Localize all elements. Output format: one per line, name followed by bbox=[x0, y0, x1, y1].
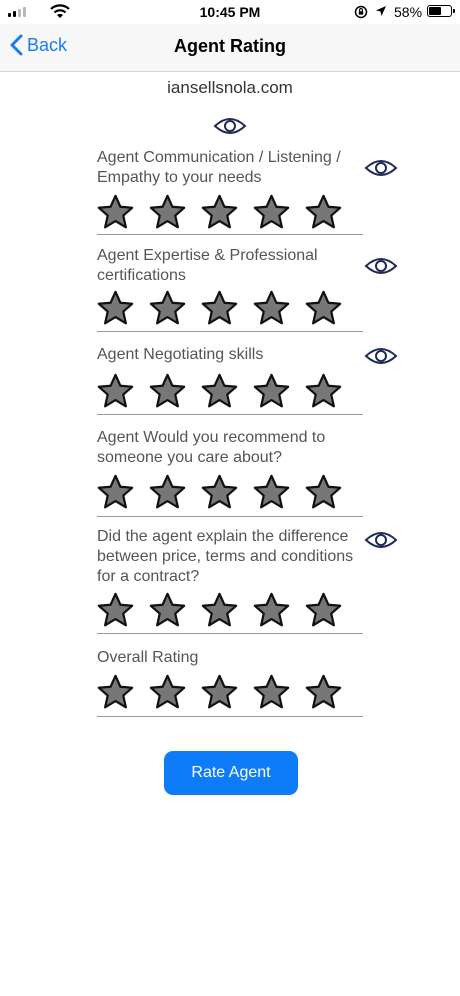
rating-label: Did the agent explain the difference bet… bbox=[97, 528, 354, 585]
star-icon[interactable] bbox=[149, 592, 186, 629]
eye-icon[interactable] bbox=[364, 528, 398, 552]
battery-icon bbox=[427, 5, 455, 17]
star-icon[interactable] bbox=[201, 674, 238, 711]
status-bar: 10:45 PM 58% bbox=[0, 0, 460, 24]
star-icon[interactable] bbox=[305, 290, 342, 327]
star-rating bbox=[97, 290, 342, 327]
star-icon[interactable] bbox=[305, 194, 342, 231]
rating-communication: Agent Communication / Listening / Empath… bbox=[97, 148, 363, 235]
eye-icon[interactable] bbox=[364, 344, 398, 368]
star-icon[interactable] bbox=[201, 474, 238, 511]
star-icon[interactable] bbox=[149, 194, 186, 231]
rating-overall: Overall Rating bbox=[97, 648, 363, 717]
rating-expertise: Agent Expertise & Professional certifica… bbox=[97, 246, 363, 332]
star-icon[interactable] bbox=[253, 194, 290, 231]
star-icon[interactable] bbox=[305, 373, 342, 410]
navigation-bar: Back Agent Rating bbox=[0, 24, 460, 72]
star-icon[interactable] bbox=[253, 290, 290, 327]
eye-icon[interactable] bbox=[364, 254, 398, 278]
rating-label: Agent Expertise & Professional certifica… bbox=[97, 247, 318, 284]
star-icon[interactable] bbox=[97, 373, 134, 410]
star-icon[interactable] bbox=[253, 373, 290, 410]
agent-domain: iansellsnola.com bbox=[167, 78, 293, 97]
rating-label: Agent Communication / Listening / Empath… bbox=[97, 149, 341, 186]
star-icon[interactable] bbox=[97, 592, 134, 629]
star-rating bbox=[97, 474, 342, 511]
rating-label: Agent Would you recommend to someone you… bbox=[97, 429, 326, 466]
star-icon[interactable] bbox=[253, 474, 290, 511]
star-icon[interactable] bbox=[201, 373, 238, 410]
orientation-lock-icon bbox=[354, 5, 368, 19]
star-icon[interactable] bbox=[305, 474, 342, 511]
rating-negotiating: Agent Negotiating skills bbox=[97, 345, 363, 415]
battery-percentage: 58% bbox=[394, 4, 423, 20]
star-rating bbox=[97, 373, 342, 410]
rating-label: Agent Negotiating skills bbox=[97, 346, 264, 363]
star-rating bbox=[97, 674, 342, 711]
star-icon[interactable] bbox=[149, 290, 186, 327]
star-icon[interactable] bbox=[97, 194, 134, 231]
rate-agent-button[interactable]: Rate Agent bbox=[164, 751, 298, 795]
rating-contract-explanation: Did the agent explain the difference bet… bbox=[97, 527, 363, 634]
star-icon[interactable] bbox=[149, 674, 186, 711]
eye-icon[interactable] bbox=[364, 156, 398, 180]
eye-icon[interactable] bbox=[213, 114, 247, 138]
rating-label: Overall Rating bbox=[97, 649, 199, 666]
star-icon[interactable] bbox=[97, 674, 134, 711]
star-icon[interactable] bbox=[97, 474, 134, 511]
star-icon[interactable] bbox=[253, 674, 290, 711]
star-icon[interactable] bbox=[305, 592, 342, 629]
star-icon[interactable] bbox=[201, 194, 238, 231]
star-icon[interactable] bbox=[305, 674, 342, 711]
page-title: Agent Rating bbox=[174, 36, 286, 56]
star-icon[interactable] bbox=[201, 592, 238, 629]
star-icon[interactable] bbox=[253, 592, 290, 629]
location-arrow-icon bbox=[376, 6, 386, 16]
star-icon[interactable] bbox=[97, 290, 134, 327]
status-time: 10:45 PM bbox=[199, 4, 261, 20]
rating-recommend: Agent Would you recommend to someone you… bbox=[97, 428, 363, 517]
star-rating bbox=[97, 592, 342, 629]
star-icon[interactable] bbox=[149, 373, 186, 410]
star-rating bbox=[97, 194, 342, 231]
star-icon[interactable] bbox=[149, 474, 186, 511]
star-icon[interactable] bbox=[201, 290, 238, 327]
